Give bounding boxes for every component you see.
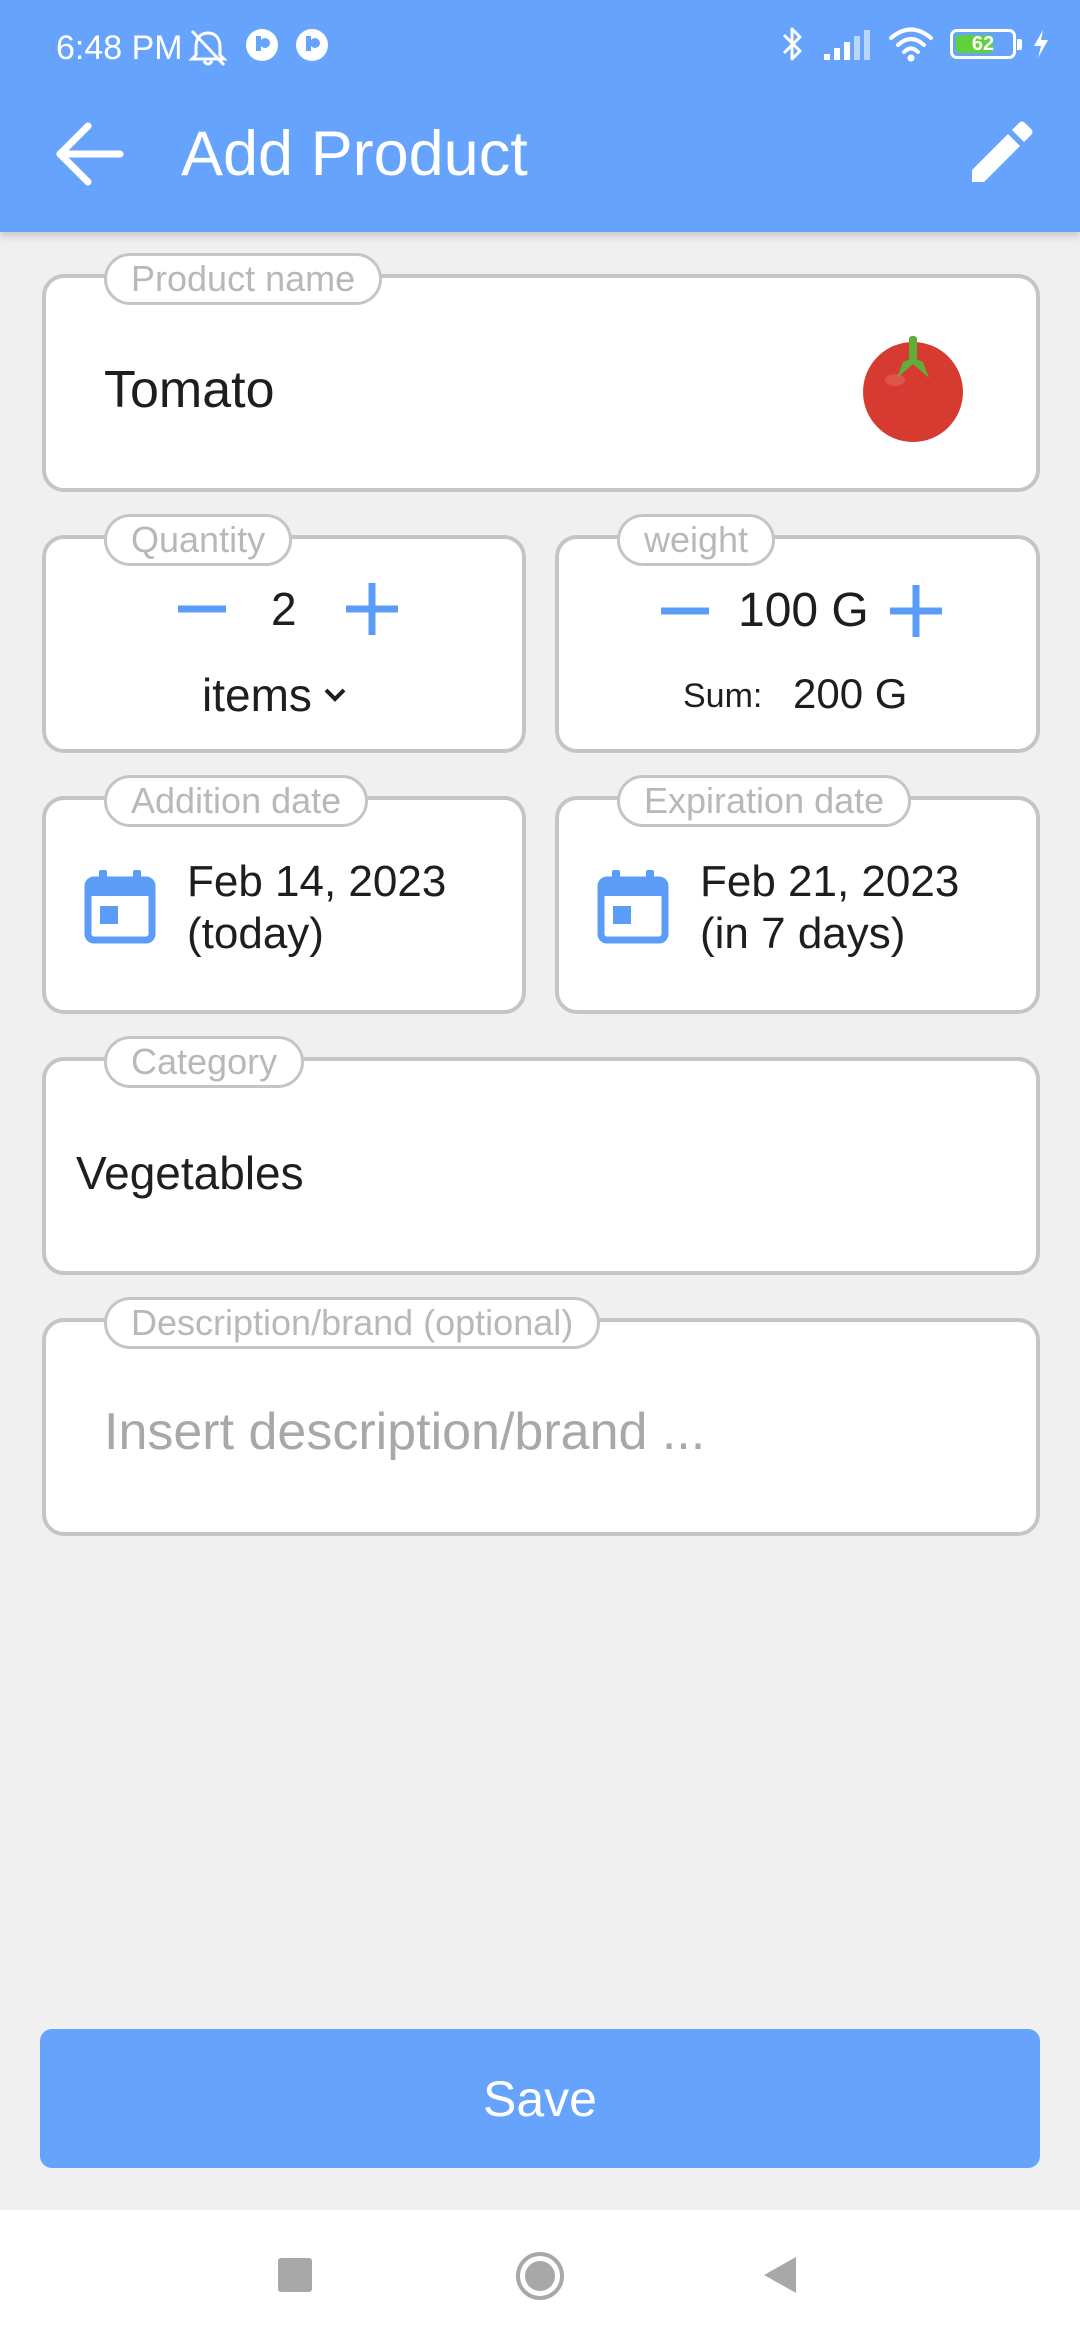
weight-sum-value: 200 G: [793, 670, 908, 717]
quantity-increment-button[interactable]: [342, 579, 402, 639]
weight-decrement-button[interactable]: [655, 581, 715, 641]
description-input[interactable]: Insert description/brand ...: [104, 1402, 705, 1462]
quantity-value[interactable]: 2: [271, 583, 297, 635]
battery-level: 62: [971, 32, 995, 55]
weight-field: weight 100 G Sum: 200 G: [555, 514, 1040, 753]
unit-dropdown[interactable]: items: [202, 667, 348, 723]
calendar-icon: [84, 870, 156, 944]
weight-sum-label: Sum:: [683, 677, 763, 715]
charging-icon: [1034, 30, 1048, 58]
expiration-date-label: Expiration date: [617, 775, 912, 827]
quantity-label: Quantity: [104, 514, 293, 566]
app-notification-icon: [296, 29, 328, 61]
edit-button[interactable]: [962, 112, 1042, 192]
weight-label: weight: [617, 514, 776, 566]
signal-icon: [824, 30, 870, 60]
product-name-label: Product name: [104, 253, 383, 305]
unit-dropdown-value: items: [202, 669, 312, 721]
status-right-icons: 62: [780, 24, 1050, 64]
expiration-date-note: (in 7 days): [700, 909, 906, 958]
expiration-date-value: Feb 21, 2023: [700, 857, 960, 906]
pencil-icon: [972, 121, 1033, 182]
category-field[interactable]: Category Vegetables: [42, 1036, 1040, 1275]
back-triangle-icon[interactable]: [762, 2256, 798, 2294]
quantity-decrement-button[interactable]: [172, 579, 232, 639]
recents-square-icon[interactable]: [278, 2258, 312, 2292]
addition-date-field[interactable]: Addition date Feb 14, 2023 (today): [42, 775, 526, 1014]
weight-value[interactable]: 100 G: [738, 585, 869, 637]
status-left-icons: [186, 27, 330, 67]
plus-icon: [346, 583, 398, 635]
category-value: Vegetables: [76, 1147, 304, 1199]
tomato-icon: [863, 336, 963, 442]
category-label: Category: [104, 1036, 305, 1088]
description-field: Description/brand (optional) Insert desc…: [42, 1297, 1040, 1536]
home-circle-icon[interactable]: [514, 2250, 566, 2302]
calendar-icon: [597, 870, 669, 944]
quantity-field: Quantity 2 items: [42, 514, 526, 753]
description-label: Description/brand (optional): [104, 1297, 601, 1349]
system-nav-bar: [0, 2210, 1080, 2340]
app-notification-icon: [246, 29, 278, 61]
expiration-date-field[interactable]: Expiration date Feb 21, 2023 (in 7 days): [555, 775, 1040, 1014]
battery-icon: 62: [950, 29, 1022, 59]
page-title: Add Product: [181, 119, 528, 189]
back-button[interactable]: [52, 116, 128, 192]
plus-icon: [890, 585, 942, 637]
wifi-icon: [889, 27, 933, 62]
bluetooth-icon: [782, 27, 802, 61]
weight-increment-button[interactable]: [886, 581, 946, 641]
status-time: 6:48 PM: [56, 29, 183, 67]
product-name-value[interactable]: Tomato: [104, 360, 275, 420]
save-button[interactable]: Save: [40, 2029, 1040, 2168]
addition-date-label: Addition date: [104, 775, 369, 827]
addition-date-note: (today): [187, 909, 324, 958]
app-bar: 6:48 PM 62 Add Product: [0, 0, 1080, 232]
arrow-left-icon: [56, 122, 124, 186]
addition-date-value: Feb 14, 2023: [187, 857, 447, 906]
product-name-field[interactable]: Product name Tomato: [42, 253, 1040, 492]
alarm-off-icon: [188, 29, 228, 67]
chevron-down-icon: [324, 688, 346, 702]
